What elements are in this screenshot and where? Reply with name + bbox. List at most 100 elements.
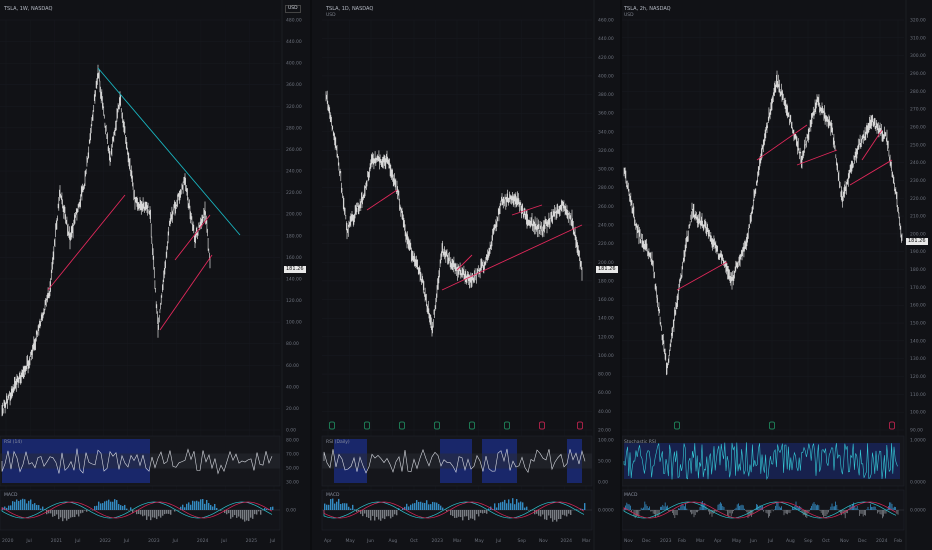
macd-bar [741, 504, 743, 510]
macd-bar [781, 506, 782, 510]
macd-bar [234, 510, 236, 516]
macd-bar [823, 510, 824, 518]
y-tick-label: 140.00 [598, 316, 614, 322]
indicator-label-stoch-rsi[interactable]: Stochastic RSI [624, 440, 656, 445]
x-tick-label: 2023 [660, 538, 672, 544]
x-tick-label: Dec [642, 538, 651, 544]
y-tick-label: 320.00 [910, 18, 926, 24]
indicator-label-macd[interactable]: MACD [624, 493, 638, 498]
macd-bar [566, 510, 568, 517]
indicator-label-rsi[interactable]: RSI (14) [4, 440, 22, 445]
macd-bar [270, 507, 272, 510]
macd-bar [232, 510, 234, 518]
x-tick-label: May [475, 538, 485, 544]
macd-bar [456, 510, 458, 518]
macd-bar [6, 507, 8, 510]
macd-bar [238, 510, 240, 517]
indicator-tick-label: 0.0000 [598, 508, 614, 514]
price-chart-daily[interactable]: 460.00 440.00 420.00 400.00 380.00 360.00 340.… [312, 0, 620, 550]
indicator-label-rsi[interactable]: RSI (Daily) [326, 440, 350, 445]
macd-bar [859, 510, 860, 516]
macd-bar [146, 510, 148, 520]
macd-bar [118, 504, 120, 510]
indicator-label-macd[interactable]: MACD [326, 493, 340, 498]
macd-bar [348, 506, 350, 510]
price-chart-weekly[interactable]: 480.00 440.00 400.00 360.00 320.00 280.00 260.… [0, 0, 310, 550]
macd-bar [830, 506, 832, 510]
macd-bar [546, 510, 548, 520]
macd-bar [812, 503, 814, 510]
macd-bar [500, 502, 502, 510]
macd-bar [714, 510, 715, 513]
macd-bar [811, 505, 812, 510]
macd-bar [822, 510, 823, 515]
trend-line [159, 254, 213, 331]
y-tick-label: 310.00 [910, 35, 926, 41]
macd-bar [446, 510, 448, 512]
chart-pane-weekly[interactable]: 480.00 440.00 400.00 360.00 320.00 280.00 260.… [0, 0, 310, 550]
macd-bar [886, 508, 888, 510]
macd-bar [62, 510, 64, 522]
macd-bar [184, 507, 186, 510]
macd-bar [14, 501, 16, 510]
indicator-tick-label: 0.0000 [910, 508, 926, 514]
y-tick-label: 440.00 [286, 39, 302, 45]
y-tick-label: 90.00 [910, 428, 923, 434]
macd-bar [442, 507, 444, 510]
x-tick-label: Jul [220, 538, 226, 544]
chart-pane-daily[interactable]: 460.00 440.00 420.00 400.00 380.00 360.00 340.… [312, 0, 620, 550]
macd-bar [816, 505, 817, 510]
macd-bar [584, 503, 586, 510]
macd-bar [468, 510, 470, 521]
macd-bar [240, 510, 242, 519]
x-tick-label: Jun [366, 538, 374, 544]
y-tick-label: 280.00 [910, 89, 926, 95]
y-tick-label: 400.00 [286, 61, 302, 67]
macd-bar [412, 503, 414, 510]
macd-bar [100, 503, 102, 510]
x-tick-label: Mar [582, 538, 591, 544]
price-chart-2h[interactable]: 320.00 310.00 300.00 290.00 280.00 270.00 260.… [622, 0, 932, 550]
macd-bar [808, 510, 810, 512]
macd-bar [368, 510, 370, 519]
y-tick-label: 120.00 [286, 298, 302, 304]
macd-bar [508, 499, 510, 510]
indicator-label-macd[interactable]: MACD [4, 493, 18, 498]
y-tick-label: 100.00 [598, 353, 614, 359]
macd-bar [438, 504, 440, 510]
macd-bar [206, 499, 208, 510]
macd-bar [54, 510, 56, 516]
x-tick-label: Apr [324, 538, 332, 544]
macd-bar [738, 503, 739, 510]
macd-bar [144, 510, 146, 516]
macd-bar [686, 508, 688, 510]
macd-bar [526, 506, 528, 510]
macd-bar [74, 510, 76, 518]
y-tick-label: 170.00 [910, 285, 926, 291]
macd-bar [430, 504, 432, 510]
macd-bar [691, 510, 692, 515]
indicator-tick-label: 100.00 [598, 438, 614, 444]
macd-bar [484, 510, 486, 513]
macd-bar [668, 510, 670, 512]
x-tick-label: Sep [804, 538, 813, 544]
y-tick-label: 440.00 [598, 36, 614, 42]
macd-bar [514, 504, 516, 510]
x-tick-label: Nov [624, 538, 633, 544]
stoch-band [624, 443, 900, 479]
macd-bar [378, 510, 380, 520]
macd-bar [384, 510, 386, 520]
macd-bar [386, 510, 388, 517]
macd-bar [422, 502, 424, 510]
signal-marker [399, 421, 405, 430]
macd-bar [560, 510, 562, 519]
macd-bar [872, 506, 874, 510]
currency-badge[interactable]: USD [285, 5, 301, 13]
macd-bar [867, 506, 869, 510]
chart-pane-2h[interactable]: 320.00 310.00 300.00 290.00 280.00 270.00 260.… [622, 0, 932, 550]
y-tick-label: 220.00 [598, 241, 614, 247]
indicator-tick-label: 1.0000 [910, 438, 926, 444]
last-price-label: 181.26 [596, 266, 618, 273]
macd-bar [690, 510, 691, 513]
y-tick-label: 460.00 [598, 18, 614, 24]
